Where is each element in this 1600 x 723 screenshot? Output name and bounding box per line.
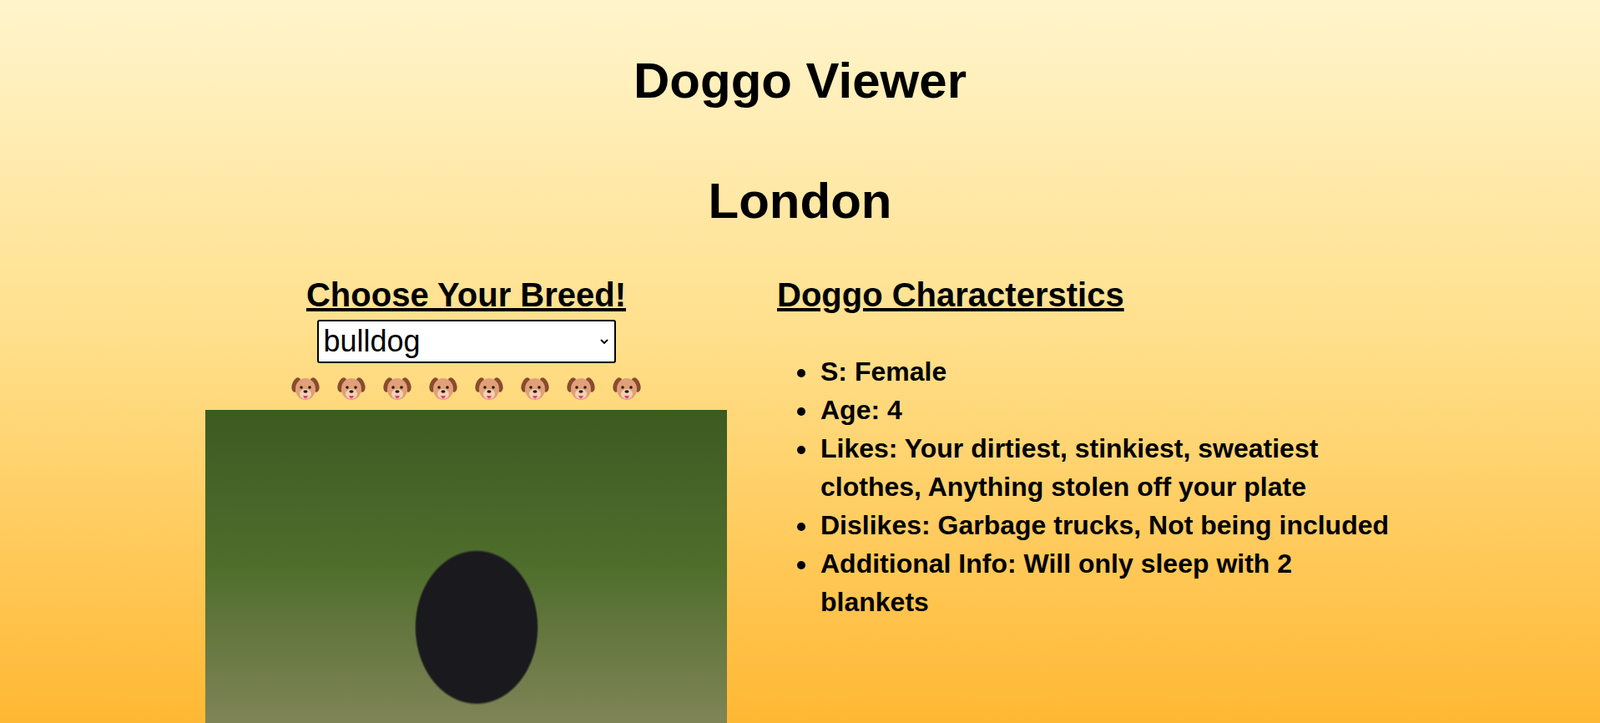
characteristic-item: Age: 4 bbox=[818, 390, 1395, 430]
city-title: London bbox=[708, 171, 893, 231]
characteristics-list: S: FemaleAge: 4Likes: Your dirtiest, sti… bbox=[777, 352, 1395, 621]
dog-face-icon bbox=[611, 373, 642, 404]
content-columns: Choose Your Breed! bulldog Doggo Character… bbox=[205, 275, 1395, 723]
characteristic-item: Additional Info: Will only sleep with 2 … bbox=[818, 544, 1395, 621]
dog-face-icon bbox=[336, 373, 367, 404]
characteristic-item: Likes: Your dirtiest, stinkiest, sweatie… bbox=[818, 429, 1395, 506]
dog-face-icon bbox=[290, 373, 321, 404]
breed-heading: Choose Your Breed! bbox=[306, 275, 626, 314]
dog-face-icon bbox=[474, 373, 505, 404]
characteristic-item: Dislikes: Garbage trucks, Not being incl… bbox=[818, 505, 1395, 545]
dog-photo bbox=[205, 409, 727, 723]
dog-face-icon bbox=[519, 373, 551, 404]
breed-select[interactable]: bulldog bbox=[317, 319, 616, 364]
page-title: Doggo Viewer bbox=[633, 51, 967, 111]
dog-icon-row bbox=[290, 373, 642, 405]
dog-face-icon bbox=[565, 373, 596, 404]
breed-select-value[interactable]: bulldog bbox=[323, 323, 421, 359]
dog-face-icon bbox=[382, 373, 413, 404]
characteristic-item: S: Female bbox=[818, 352, 1395, 391]
chevron-down-icon[interactable] bbox=[599, 336, 610, 347]
characteristics-panel: Doggo Characterstics S: FemaleAge: 4Likes… bbox=[777, 275, 1395, 621]
dog-face-icon bbox=[428, 373, 459, 404]
breed-panel: Choose Your Breed! bulldog bbox=[205, 275, 727, 723]
characteristics-heading: Doggo Characterstics bbox=[777, 275, 1395, 314]
